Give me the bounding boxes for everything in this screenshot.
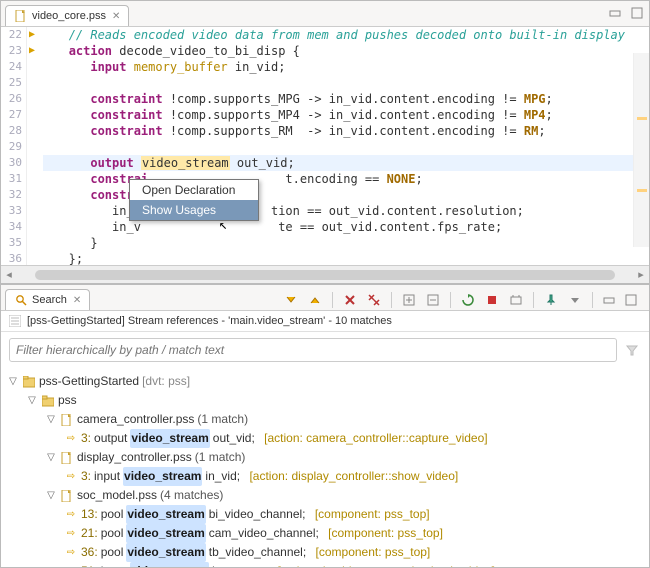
twisty-icon[interactable]: ▽: [45, 448, 57, 467]
match-arrow-icon: ⇨: [64, 508, 78, 522]
search-tabbar: Search ✕: [1, 285, 649, 311]
match-arrow-icon: ⇨: [64, 546, 78, 560]
rerun-icon[interactable]: [459, 291, 477, 309]
search-description: [pss-GettingStarted] Stream references -…: [27, 315, 392, 327]
file-icon: [60, 451, 74, 465]
search-toolbar: [276, 289, 645, 311]
file-icon: [60, 489, 74, 503]
search-icon: [14, 293, 28, 307]
tree-match[interactable]: ⇨ 51: input video_stream in_stream; [act…: [7, 562, 647, 567]
marker-gutter: ▶▶: [27, 27, 43, 265]
file-icon: [60, 413, 74, 427]
search-tab[interactable]: Search ✕: [5, 289, 90, 310]
tree-file[interactable]: ▽ soc_model.pss (4 matches): [7, 486, 647, 505]
editor-pane: video_core.pss ✕ 22232425262728293031323…: [0, 0, 650, 284]
collapse-all-icon[interactable]: [424, 291, 442, 309]
folder-icon: [41, 394, 55, 408]
scroll-left-icon[interactable]: ◂: [1, 268, 17, 281]
tree-file[interactable]: ▽ camera_controller.pss (1 match): [7, 410, 647, 429]
project-icon: [22, 375, 36, 389]
next-match-down-icon[interactable]: [282, 291, 300, 309]
twisty-icon[interactable]: ▽: [7, 372, 19, 391]
prev-match-up-icon[interactable]: [306, 291, 324, 309]
remove-match-icon[interactable]: [341, 291, 359, 309]
tree-match[interactable]: ⇨ 36: pool video_stream tb_video_channel…: [7, 543, 647, 562]
code-area[interactable]: // Reads encoded video data from mem and…: [43, 27, 649, 265]
close-icon[interactable]: ✕: [112, 11, 120, 22]
match-arrow-icon: ⇨: [64, 470, 78, 484]
twisty-icon[interactable]: ▽: [45, 410, 57, 429]
tree-file[interactable]: ▽ display_controller.pss (1 match): [7, 448, 647, 467]
tree-match[interactable]: ⇨ 13: pool video_stream bi_video_channel…: [7, 505, 647, 524]
cursor-icon: ↖: [219, 217, 227, 233]
search-pane: Search ✕: [0, 284, 650, 568]
match-arrow-icon: ⇨: [64, 565, 78, 568]
context-menu: Open DeclarationShow Usages: [129, 179, 259, 221]
horizontal-scrollbar[interactable]: ◂ ▸: [1, 265, 649, 283]
vertical-scrollbar[interactable]: [633, 53, 649, 247]
pin-icon[interactable]: [542, 291, 560, 309]
filter-input[interactable]: [9, 338, 617, 362]
tree-match[interactable]: ⇨ 3: output video_stream out_vid; [actio…: [7, 429, 647, 448]
stop-icon[interactable]: [483, 291, 501, 309]
history-icon[interactable]: [507, 291, 525, 309]
maximize-icon[interactable]: [623, 292, 639, 308]
file-icon: [14, 9, 28, 23]
clear-filter-icon[interactable]: [623, 338, 641, 362]
context-menu-item[interactable]: Open Declaration: [130, 180, 258, 200]
match-arrow-icon: ⇨: [64, 527, 78, 541]
search-tab-title: Search: [32, 294, 67, 306]
tree-folder[interactable]: ▽ pss: [7, 391, 647, 410]
tree-match[interactable]: ⇨ 21: pool video_stream cam_video_channe…: [7, 524, 647, 543]
editor-tab-title: video_core.pss: [32, 10, 106, 22]
remove-all-icon[interactable]: [365, 291, 383, 309]
search-results-tree[interactable]: ▽ pss-GettingStarted [dvt: pss]▽ pss▽ ca…: [1, 368, 649, 567]
minimize-icon[interactable]: [607, 5, 623, 21]
code-editor[interactable]: 22232425262728293031323334353637 ▶▶ // R…: [1, 27, 649, 265]
line-number-gutter: 22232425262728293031323334353637: [1, 27, 27, 265]
context-menu-item[interactable]: Show Usages: [130, 200, 258, 220]
match-arrow-icon: ⇨: [64, 432, 78, 446]
results-icon: [9, 315, 21, 327]
minimize-icon[interactable]: [601, 292, 617, 308]
close-icon[interactable]: ✕: [73, 295, 81, 306]
editor-tab[interactable]: video_core.pss ✕: [5, 5, 129, 26]
scroll-right-icon[interactable]: ▸: [633, 268, 649, 281]
tree-match[interactable]: ⇨ 3: input video_stream in_vid; [action:…: [7, 467, 647, 486]
scroll-thumb[interactable]: [35, 270, 615, 280]
search-description-row: [pss-GettingStarted] Stream references -…: [1, 311, 649, 332]
tree-project[interactable]: ▽ pss-GettingStarted [dvt: pss]: [7, 372, 647, 391]
view-menu-icon[interactable]: [566, 291, 584, 309]
twisty-icon[interactable]: ▽: [45, 486, 57, 505]
filter-row: [1, 332, 649, 368]
expand-all-icon[interactable]: [400, 291, 418, 309]
editor-tabbar: video_core.pss ✕: [1, 1, 649, 27]
maximize-icon[interactable]: [629, 5, 645, 21]
twisty-icon[interactable]: ▽: [26, 391, 38, 410]
